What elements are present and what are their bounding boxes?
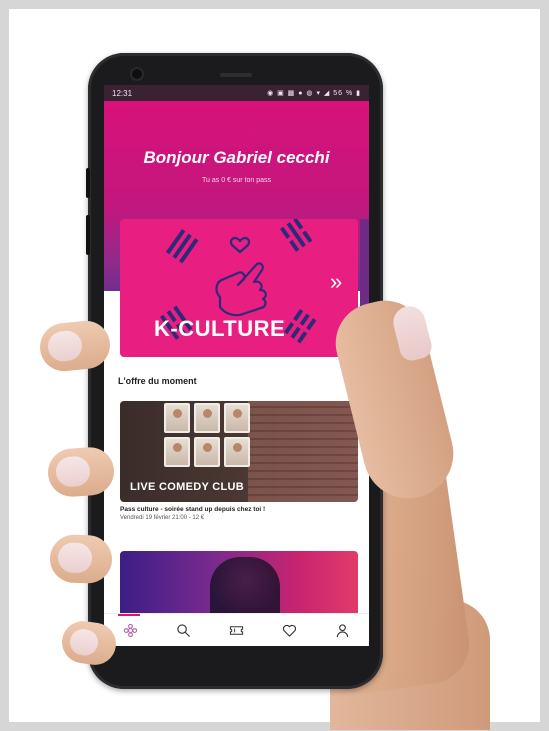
status-time: 12:31	[112, 88, 133, 98]
app-screen: 12:31 ◉ ▣ ▩ ● ◍ ▾ ◢ 56 % ▮ Bonjour Gabri…	[104, 85, 369, 646]
finger-nail	[57, 542, 93, 574]
power-button	[86, 215, 90, 255]
search-icon	[177, 623, 190, 637]
section-title: L'offre du moment	[118, 376, 197, 386]
tab-favorites[interactable]	[276, 616, 304, 644]
finger-nail	[68, 627, 100, 658]
comedian-portrait	[224, 403, 250, 433]
ticket-icon	[229, 625, 244, 635]
pass-balance-text: Tu as 0 € sur ton pass	[202, 177, 271, 184]
tab-search[interactable]	[170, 616, 198, 644]
front-camera	[132, 69, 142, 79]
comedian-portrait	[224, 437, 250, 467]
k-culture-banner[interactable]: » K-CULTURE	[120, 219, 358, 357]
brick-wall-backdrop	[248, 401, 358, 502]
comedians-grid	[162, 403, 252, 473]
offer-card-title: LIVE COMEDY CLUB	[130, 481, 244, 493]
status-bar: 12:31 ◉ ▣ ▩ ● ◍ ▾ ◢ 56 % ▮	[104, 85, 369, 101]
tab-home[interactable]	[117, 616, 145, 644]
chevron-double-right-icon[interactable]: »	[330, 269, 342, 295]
active-tab-indicator	[118, 614, 140, 616]
greeting-title: Bonjour Gabriel cecchi	[143, 148, 330, 167]
home-flower-icon	[123, 623, 138, 637]
tab-bookings[interactable]	[223, 616, 251, 644]
finger-nail	[46, 329, 84, 363]
volume-button	[86, 168, 90, 198]
comedian-portrait	[194, 437, 220, 467]
comedian-portrait	[164, 403, 190, 433]
heart-icon	[282, 624, 297, 637]
earpiece-speaker	[220, 73, 252, 77]
comedian-portrait	[164, 437, 190, 467]
hand-finger	[49, 533, 113, 585]
bottom-tab-bar	[104, 613, 369, 646]
performer-silhouette	[210, 557, 280, 613]
finger-nail	[54, 455, 91, 488]
second-offer-card[interactable]	[120, 551, 358, 613]
phone-top-bezel	[128, 67, 343, 85]
offer-caption[interactable]: Pass culture - soirée stand up depuis ch…	[120, 506, 265, 513]
status-icons: ◉ ▣ ▩ ● ◍ ▾ ◢ 56 % ▮	[267, 90, 361, 97]
offer-card-image[interactable]: LIVE COMEDY CLUB	[120, 401, 358, 502]
user-icon	[336, 623, 349, 637]
banner-title: K-CULTURE	[154, 316, 286, 341]
comedian-portrait	[194, 403, 220, 433]
offer-date-price: Vendredi 19 février 21:00 - 12 €	[120, 515, 205, 521]
tab-profile[interactable]	[329, 616, 357, 644]
